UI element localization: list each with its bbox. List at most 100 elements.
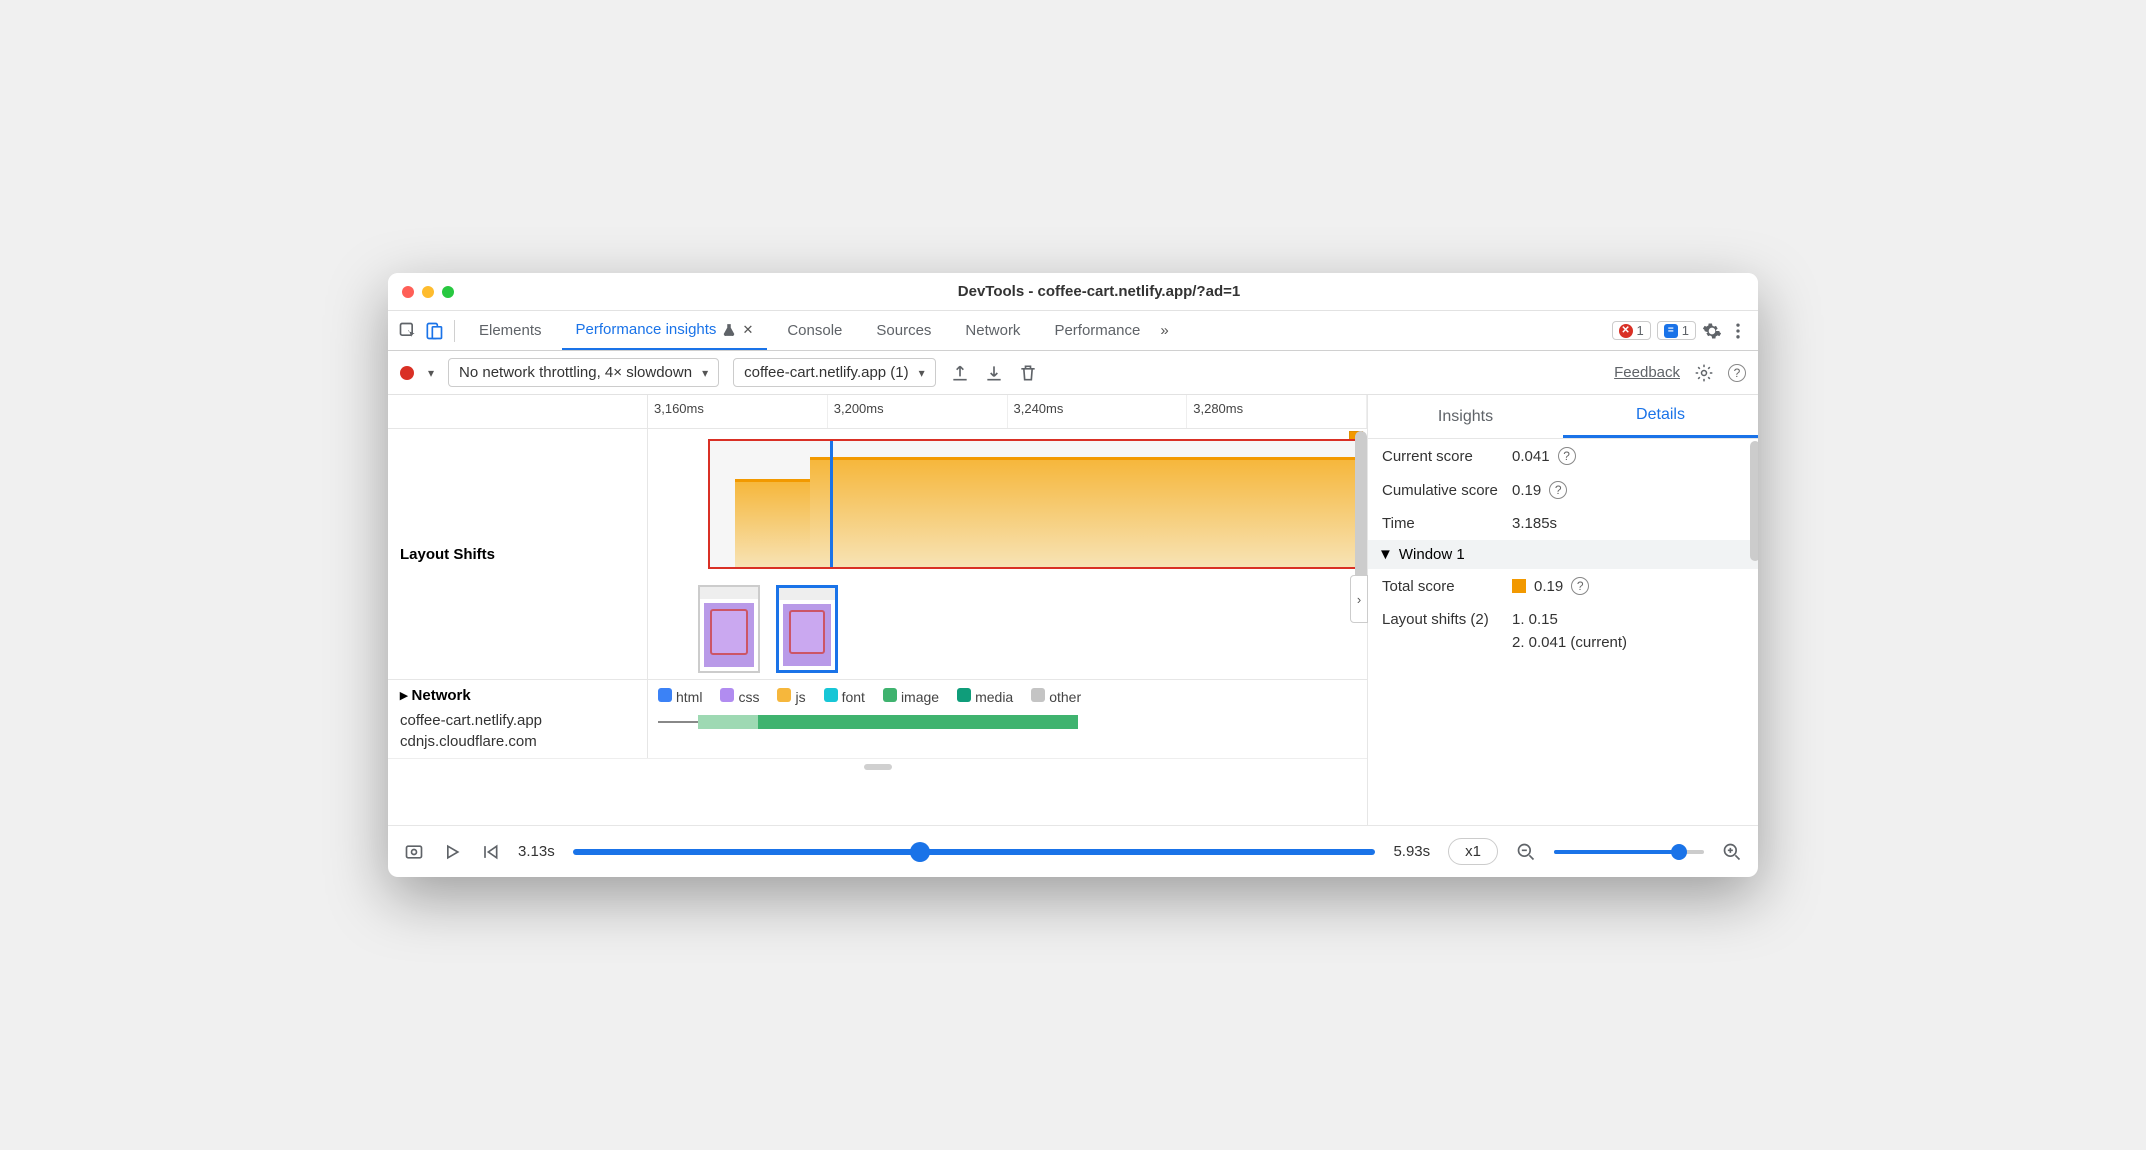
settings-gear-icon[interactable] <box>1702 321 1722 341</box>
delete-icon[interactable] <box>1018 363 1038 383</box>
tab-label: Performance <box>1054 322 1140 339</box>
swatch-image <box>883 688 897 702</box>
badge-count: 1 <box>1682 323 1689 338</box>
layout-shifts-viz[interactable] <box>648 429 1367 679</box>
chevron-down-icon <box>919 364 925 381</box>
insights-toolbar: No network throttling, 4× slowdown coffe… <box>388 351 1758 395</box>
tab-performance-insights[interactable]: Performance insights ✕ <box>562 311 768 350</box>
vertical-scrollbar[interactable] <box>1750 441 1758 561</box>
play-icon[interactable] <box>442 842 462 862</box>
devtools-window: DevTools - coffee-cart.netlify.app/?ad=1… <box>388 273 1758 877</box>
collapse-icon: ▼ <box>1378 546 1393 563</box>
zoom-in-icon[interactable] <box>1722 842 1742 862</box>
detail-current-score: Current score 0.041? <box>1368 439 1758 473</box>
tab-label: Console <box>787 322 842 339</box>
legend-item: other <box>1031 688 1081 705</box>
detail-value: 0.19 <box>1512 482 1541 499</box>
maximize-window-button[interactable] <box>442 286 454 298</box>
detail-time: Time 3.185s <box>1368 507 1758 540</box>
issues-badge[interactable]: =1 <box>1657 321 1696 340</box>
swatch-js <box>777 688 791 702</box>
error-icon: ✕ <box>1619 324 1633 338</box>
recording-value: coffee-cart.netlify.app (1) <box>744 364 909 381</box>
minimize-window-button[interactable] <box>422 286 434 298</box>
tab-details[interactable]: Details <box>1563 395 1758 438</box>
window-section-header[interactable]: ▼ Window 1 <box>1368 540 1758 569</box>
cls-window-highlight <box>708 439 1367 569</box>
kebab-menu-icon[interactable] <box>1728 321 1748 341</box>
network-host[interactable]: coffee-cart.netlify.app <box>400 710 635 731</box>
swatch-css <box>720 688 734 702</box>
time-slider[interactable] <box>573 849 1376 855</box>
record-button[interactable] <box>400 366 414 380</box>
current-time-marker[interactable] <box>830 441 833 567</box>
inspect-icon[interactable] <box>398 321 418 341</box>
feedback-link[interactable]: Feedback <box>1614 364 1680 381</box>
screenshot-thumb[interactable] <box>698 585 760 673</box>
slider-thumb[interactable] <box>910 842 930 862</box>
tab-elements[interactable]: Elements <box>465 311 556 350</box>
shift-entry[interactable]: 2. 0.041 (current) <box>1512 634 1627 651</box>
vertical-scrollbar[interactable] <box>1355 431 1367 581</box>
panel-settings-gear-icon[interactable] <box>1694 363 1714 383</box>
more-tabs-icon[interactable]: » <box>1160 322 1168 339</box>
help-icon[interactable]: ? <box>1571 577 1589 595</box>
badge-count: 1 <box>1637 323 1644 338</box>
swatch-other <box>1031 688 1045 702</box>
throttling-select[interactable]: No network throttling, 4× slowdown <box>448 358 719 387</box>
sidebar-collapse-handle[interactable]: › <box>1350 575 1368 623</box>
errors-badge[interactable]: ✕1 <box>1612 321 1651 340</box>
legend-item: html <box>658 688 702 705</box>
record-menu-chevron-icon[interactable] <box>428 364 434 381</box>
close-window-button[interactable] <box>402 286 414 298</box>
network-header[interactable]: ▸Network <box>400 686 635 704</box>
network-track[interactable] <box>658 715 1357 729</box>
legend-item: js <box>777 688 805 705</box>
panel-resize-handle[interactable] <box>388 758 1367 774</box>
legend-item: image <box>883 688 939 705</box>
help-icon[interactable]: ? <box>1728 364 1746 382</box>
export-icon[interactable] <box>950 363 970 383</box>
screenshot-thumbnails <box>698 585 838 673</box>
help-icon[interactable]: ? <box>1549 481 1567 499</box>
import-icon[interactable] <box>984 363 1004 383</box>
preview-toggle-icon[interactable] <box>404 842 424 862</box>
slider-thumb[interactable] <box>1671 844 1687 860</box>
network-legend: html css js font image media other <box>658 688 1357 705</box>
ruler-tick: 3,280ms <box>1187 395 1367 428</box>
tick-label: 3,160ms <box>654 401 704 416</box>
tab-performance[interactable]: Performance <box>1040 311 1154 350</box>
tab-label: Elements <box>479 322 542 339</box>
zoom-out-icon[interactable] <box>1516 842 1536 862</box>
tick-label: 3,200ms <box>834 401 884 416</box>
issue-icon: = <box>1664 324 1678 338</box>
rewind-icon[interactable] <box>480 842 500 862</box>
tab-network[interactable]: Network <box>951 311 1034 350</box>
tab-label: Details <box>1636 406 1685 424</box>
legend-item: media <box>957 688 1013 705</box>
tab-insights[interactable]: Insights <box>1368 395 1563 438</box>
shift-entry[interactable]: 1. 0.15 <box>1512 611 1558 628</box>
tick-label: 3,280ms <box>1193 401 1243 416</box>
recording-select[interactable]: coffee-cart.netlify.app (1) <box>733 358 936 387</box>
detail-value: 0.041 <box>1512 448 1550 465</box>
detail-key: Layout shifts (2) <box>1382 611 1502 628</box>
timeline-footer: 3.13s 5.93s x1 <box>388 825 1758 877</box>
network-host[interactable]: cdnjs.cloudflare.com <box>400 731 635 752</box>
ruler-tick: 3,160ms <box>648 395 828 428</box>
tab-sources[interactable]: Sources <box>862 311 945 350</box>
tab-console[interactable]: Console <box>773 311 856 350</box>
close-tab-icon[interactable]: ✕ <box>742 322 753 338</box>
playback-speed[interactable]: x1 <box>1448 838 1498 865</box>
detail-value: 0.19 <box>1534 578 1563 595</box>
ruler-tick: 3,200ms <box>828 395 1008 428</box>
layout-shifts-label: Layout Shifts <box>388 429 648 679</box>
section-title: Window 1 <box>1399 546 1465 563</box>
tab-label: Performance insights <box>576 321 717 338</box>
screenshot-thumb-selected[interactable] <box>776 585 838 673</box>
help-icon[interactable]: ? <box>1558 447 1576 465</box>
devtools-tabbar: Elements Performance insights ✕ Console … <box>388 311 1758 351</box>
zoom-slider[interactable] <box>1554 850 1704 854</box>
time-end: 5.93s <box>1393 843 1430 860</box>
device-toggle-icon[interactable] <box>424 321 444 341</box>
